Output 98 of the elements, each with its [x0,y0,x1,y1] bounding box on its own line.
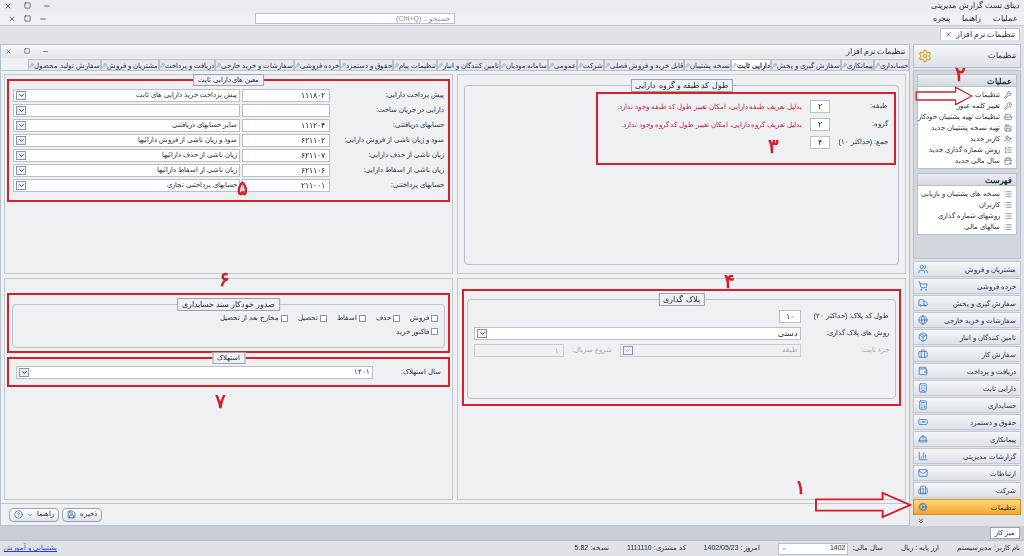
dropdown-button[interactable] [16,181,26,190]
menu-item[interactable]: پنجره [931,14,952,23]
wrench-icon [578,62,584,68]
wrench-icon [294,62,300,68]
wrench-icon [500,62,506,68]
wrench-icon [549,62,555,68]
annotation-arrow [915,86,973,106]
length-field[interactable]: ۲ [810,100,830,113]
tool-icon [1004,112,1012,121]
caret-icon [478,330,486,337]
account-code-field[interactable] [242,104,330,117]
module-icon [918,400,928,410]
wrench-icon [685,62,691,68]
list-icon [1004,189,1012,198]
annotation-number: ۶ [219,269,230,289]
dropdown-button[interactable] [19,368,29,377]
caret-icon [781,545,788,552]
module-icon [918,451,928,461]
account-code-field[interactable]: ۱۱۱۸۰۲ [242,89,330,102]
dropdown-button[interactable] [16,136,26,145]
wrench-icon [340,62,346,68]
restore-icon[interactable] [24,14,31,22]
module-icon [918,315,928,325]
close-icon[interactable] [944,31,952,38]
wrench-icon [605,62,611,68]
expand-icon[interactable] [917,517,925,525]
length-field[interactable]: ۴ [810,136,830,149]
wrench-icon [393,62,399,68]
account-dropdown[interactable] [13,104,240,117]
wrench-icon [216,62,222,68]
module-icon [918,281,928,291]
close-icon[interactable] [8,14,16,23]
list-icon [1004,200,1012,209]
group-title: صدور خودکار سند حسابداری [176,298,281,311]
dropdown-button[interactable] [477,329,487,338]
list-icon [1004,222,1012,231]
list-icon [1004,211,1012,220]
annotation-number: ۱ [795,477,806,497]
caret-icon [20,369,28,376]
help-icon [14,510,23,519]
minimize-icon[interactable] [42,48,49,55]
tool-icon [1004,90,1012,99]
account-code-field[interactable]: ۶۲۱۱۰۲ [242,134,330,147]
module-icon [918,485,928,495]
sidebar-header: تنظیمات [913,44,1021,68]
wrench-icon [102,62,108,68]
length-field[interactable]: ۲ [810,118,830,131]
dropdown-button[interactable] [16,106,26,115]
dropdown-button[interactable] [16,166,26,175]
close-icon[interactable] [5,48,12,55]
tool-icon [1004,123,1012,132]
wrench-icon [772,62,778,68]
tool-icon [1004,156,1012,165]
group-title: پلاک گذاری [658,293,705,306]
numbering-method-dropdown[interactable]: دستی [474,327,801,340]
menu-item[interactable]: عملیات [991,14,1020,23]
dropdown-button[interactable] [16,91,26,100]
account-code-field[interactable]: ۱۱۱۲۰۴ [242,119,330,132]
annotation-number: ۴ [724,271,735,291]
module-icon [918,434,928,444]
wrench-icon [875,62,880,68]
wrench-icon [160,62,166,68]
section-header[interactable]: فهرست [917,173,1017,186]
account-code-field[interactable]: ۶۲۱۱۰۷ [242,149,330,162]
caret-icon [624,347,632,354]
gear-icon [918,49,932,63]
window-header: تنظیمات نرم افزار [1,45,909,58]
caret-icon [27,511,33,518]
tool-icon [1004,145,1012,154]
dropdown-button[interactable] [16,151,26,160]
wrench-icon [842,62,847,68]
maximize-icon[interactable] [24,2,31,9]
plate-length-field[interactable]: ۱۰ [779,310,801,323]
dropdown-button[interactable] [16,121,26,130]
tool-icon [1004,101,1012,110]
wrench-icon [29,62,35,68]
document-tab[interactable]: تنظیمات نرم افزار [939,28,1020,40]
module-icon [918,502,928,512]
module-icon [918,468,928,478]
module-icon [918,417,928,427]
module-icon [918,332,928,342]
module-icon [918,366,928,376]
account-code-field[interactable]: ۶۲۱۱۰۶ [242,164,330,177]
tool-icon [1004,134,1012,143]
save-icon [67,510,76,519]
module-icon [918,264,928,274]
annotation-number: ۷ [215,391,226,411]
module-icon [918,298,928,308]
wrench-icon [437,62,443,68]
menu-item[interactable]: راهنما [960,14,983,23]
restore-icon[interactable] [24,48,30,54]
close-icon[interactable] [4,2,12,10]
annotation-number: ۳ [768,136,779,156]
wrench-icon [732,62,738,68]
group-title: طول کد طبقه و گروه دارایی [630,79,733,92]
module-icon [918,349,928,359]
module-icon [918,383,928,393]
app-title: دیتای تست گزارش مدیریتی [931,2,1020,10]
